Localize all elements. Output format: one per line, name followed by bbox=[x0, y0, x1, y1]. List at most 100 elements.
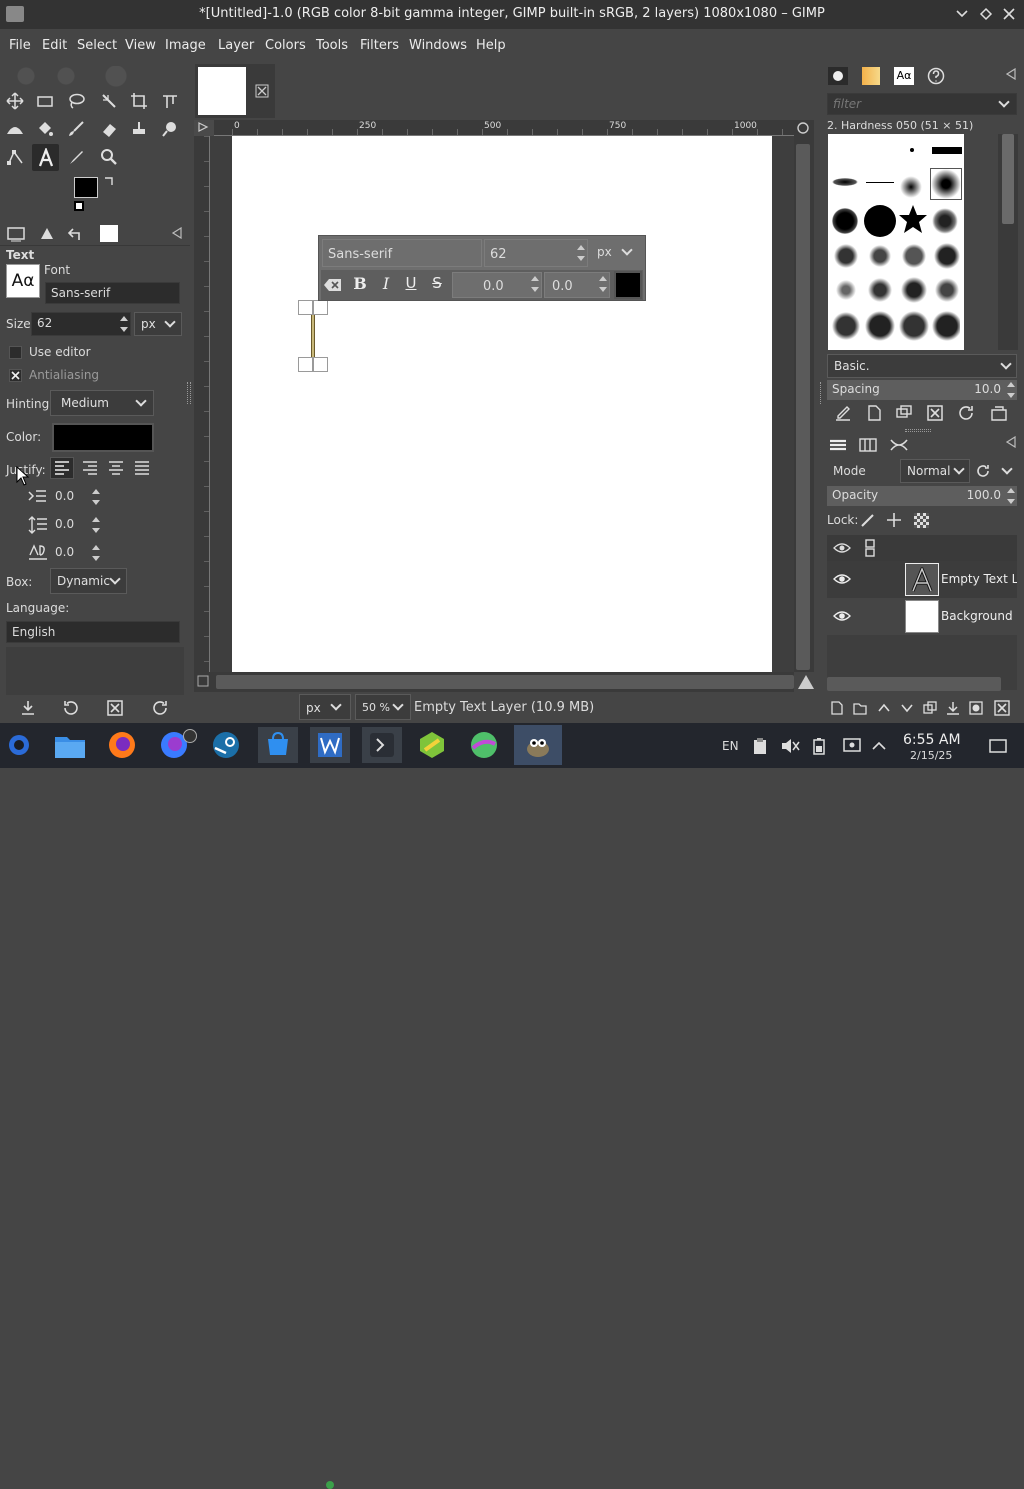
layer-name[interactable]: Background bbox=[941, 609, 1013, 623]
overlay-color-button[interactable] bbox=[614, 271, 642, 299]
app-sphere-icon[interactable] bbox=[466, 727, 502, 763]
opacity-slider[interactable]: Opacity 100.0 bbox=[827, 486, 1017, 506]
navigate-icon[interactable] bbox=[797, 674, 815, 690]
delete-options-icon[interactable] bbox=[106, 699, 124, 717]
language-indicator[interactable]: EN bbox=[722, 739, 739, 753]
brush-item[interactable] bbox=[932, 147, 962, 154]
gimp-taskbar-icon[interactable] bbox=[514, 725, 562, 765]
brush-item[interactable] bbox=[832, 178, 858, 186]
menu-image[interactable]: Image bbox=[165, 38, 206, 53]
zoom-icon[interactable] bbox=[97, 145, 121, 169]
language-field[interactable]: English bbox=[6, 621, 180, 643]
horizontal-scroll-thumb[interactable] bbox=[216, 675, 794, 689]
tab-close-icon[interactable] bbox=[255, 84, 269, 98]
maximize-icon[interactable] bbox=[979, 7, 993, 21]
right-dock-sash[interactable] bbox=[820, 382, 824, 404]
duplicate-brush-icon[interactable] bbox=[895, 404, 913, 422]
layer-visibility-icon[interactable] bbox=[833, 608, 851, 624]
smudge-icon[interactable] bbox=[158, 117, 182, 141]
mode-extra-chevron[interactable] bbox=[1001, 463, 1013, 475]
brush-item[interactable] bbox=[900, 176, 922, 198]
open-brush-icon[interactable] bbox=[990, 404, 1008, 422]
brushes-tab-icon[interactable] bbox=[828, 67, 848, 85]
zoom-fit-icon[interactable] bbox=[794, 120, 814, 136]
transform-icon[interactable] bbox=[158, 89, 182, 113]
clock-time[interactable]: 6:55 AM bbox=[903, 732, 961, 748]
mode-select[interactable]: Normal bbox=[900, 459, 970, 483]
refresh-brushes-icon[interactable] bbox=[957, 404, 975, 422]
fonts-tab-icon[interactable]: Aα bbox=[894, 67, 914, 85]
overlay-size-input[interactable]: 62 bbox=[484, 239, 588, 267]
brush-filter-input[interactable]: filter bbox=[827, 93, 1017, 115]
bucket-fill-icon[interactable] bbox=[33, 117, 57, 141]
vertical-ruler[interactable] bbox=[194, 136, 210, 672]
volume-muted-icon[interactable] bbox=[780, 737, 800, 755]
justify-right-icon[interactable] bbox=[79, 458, 101, 478]
brush-item-star[interactable] bbox=[898, 204, 928, 234]
quick-mask-corner[interactable] bbox=[194, 120, 214, 136]
steam-icon[interactable] bbox=[208, 727, 244, 763]
image-canvas[interactable] bbox=[232, 136, 772, 672]
menu-colors[interactable]: Colors bbox=[265, 38, 306, 53]
overlay-font-field[interactable]: Sans-serif bbox=[322, 239, 482, 267]
handle[interactable] bbox=[298, 300, 313, 315]
overlay-unit-chevron[interactable] bbox=[621, 244, 633, 256]
kerning-spinner[interactable] bbox=[597, 273, 609, 295]
writer-icon[interactable] bbox=[310, 727, 350, 763]
warp-icon[interactable] bbox=[3, 117, 27, 141]
justify-fill-icon[interactable] bbox=[131, 458, 153, 478]
swap-colors-icon[interactable] bbox=[103, 175, 115, 187]
battery-icon[interactable] bbox=[812, 737, 826, 755]
help-tab-icon[interactable] bbox=[926, 67, 946, 85]
delete-layer-icon[interactable] bbox=[994, 700, 1010, 716]
fuzzy-select-icon[interactable] bbox=[97, 89, 121, 113]
layer-row-text[interactable]: Empty Text Lay bbox=[827, 561, 1017, 598]
menu-select[interactable]: Select bbox=[77, 38, 117, 53]
brush-scroll-thumb[interactable] bbox=[1002, 134, 1014, 224]
lock-position-icon[interactable] bbox=[886, 512, 902, 528]
strikethrough-button[interactable]: S bbox=[426, 274, 448, 296]
layer-name[interactable]: Empty Text Lay bbox=[941, 572, 1017, 586]
antialiasing-checkbox[interactable] bbox=[9, 369, 22, 382]
text-color-button[interactable] bbox=[52, 423, 154, 452]
merge-layer-icon[interactable] bbox=[945, 700, 961, 716]
patterns-tab-icon[interactable] bbox=[862, 67, 880, 85]
brush-preset-select[interactable]: Basic. bbox=[827, 354, 1017, 378]
letter-spacing-spinner[interactable] bbox=[90, 542, 102, 564]
handle[interactable] bbox=[313, 300, 328, 315]
edit-brush-icon[interactable] bbox=[834, 404, 852, 422]
text-box-frame[interactable] bbox=[298, 300, 330, 374]
clock-date[interactable]: 2/15/25 bbox=[910, 749, 952, 762]
paths-tab-icon[interactable] bbox=[889, 436, 909, 454]
foreground-color[interactable] bbox=[74, 177, 98, 198]
brush-item[interactable] bbox=[832, 208, 858, 234]
menu-file[interactable]: File bbox=[9, 38, 31, 53]
paintbrush-icon[interactable] bbox=[64, 117, 88, 141]
text-tool-icon[interactable] bbox=[32, 144, 59, 171]
minimize-icon[interactable] bbox=[955, 7, 969, 21]
dock-menu-icon[interactable] bbox=[172, 227, 184, 239]
brush-item[interactable] bbox=[932, 208, 958, 234]
overlay-unit-select[interactable]: px bbox=[597, 245, 612, 259]
default-colors-icon[interactable] bbox=[74, 201, 84, 211]
lower-layer-icon[interactable] bbox=[899, 700, 915, 716]
show-desktop-icon[interactable] bbox=[989, 738, 1007, 754]
app-green-icon[interactable] bbox=[414, 727, 450, 763]
menu-windows[interactable]: Windows bbox=[409, 38, 467, 53]
terminal-icon[interactable] bbox=[362, 727, 402, 763]
system-settings-icon[interactable] bbox=[842, 737, 862, 755]
firefox-icon[interactable] bbox=[104, 727, 140, 763]
menu-filters[interactable]: Filters bbox=[360, 38, 399, 53]
zoom-select[interactable]: 50 % bbox=[355, 694, 411, 720]
layers-scrollbar-thumb[interactable] bbox=[827, 677, 1001, 691]
store-icon[interactable] bbox=[258, 727, 298, 763]
menu-help[interactable]: Help bbox=[476, 38, 506, 53]
justify-center-icon[interactable] bbox=[105, 458, 127, 478]
italic-button[interactable]: I bbox=[375, 274, 397, 296]
rect-select-icon[interactable] bbox=[33, 89, 57, 113]
reset-options-icon[interactable] bbox=[151, 699, 169, 717]
left-dock-sash[interactable] bbox=[187, 382, 191, 404]
font-preview[interactable]: Aα bbox=[6, 264, 40, 298]
menu-view[interactable]: View bbox=[125, 38, 156, 53]
close-icon[interactable] bbox=[1002, 7, 1016, 21]
